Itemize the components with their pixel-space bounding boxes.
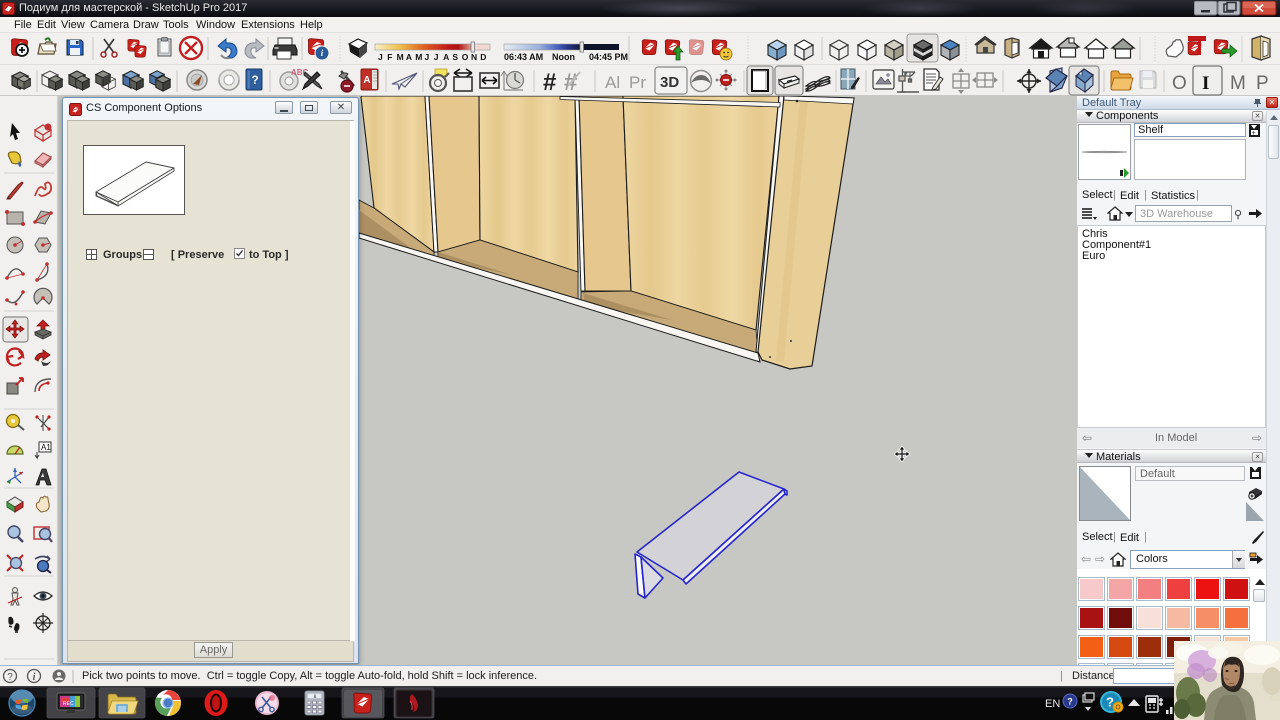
- svg-text:D: D: [480, 52, 486, 62]
- svg-text:M: M: [1230, 73, 1246, 94]
- svg-text:3D: 3D: [660, 74, 679, 91]
- svg-text:REC: REC: [63, 701, 74, 707]
- svg-text:M: M: [397, 52, 404, 62]
- svg-text:Al: Al: [605, 73, 620, 92]
- svg-text:8: 8: [313, 694, 316, 700]
- svg-text:?: ?: [7, 672, 13, 683]
- svg-text:J: J: [378, 52, 383, 62]
- svg-text:EN: EN: [1045, 698, 1060, 710]
- svg-text:J: J: [425, 52, 430, 62]
- svg-text:A: A: [363, 75, 370, 86]
- svg-text:I: I: [1202, 73, 1209, 94]
- svg-text:Pr: Pr: [629, 73, 646, 92]
- svg-text:N: N: [471, 52, 477, 62]
- svg-text:A1: A1: [41, 443, 51, 452]
- svg-text:S: S: [452, 52, 458, 62]
- svg-text:M: M: [415, 52, 422, 62]
- svg-text:F: F: [387, 52, 392, 62]
- svg-text:A: A: [406, 52, 412, 62]
- svg-text:06:43 AM: 06:43 AM: [504, 52, 543, 62]
- svg-text:O: O: [1172, 73, 1187, 94]
- svg-text:O: O: [462, 52, 469, 62]
- svg-text:?: ?: [1067, 697, 1073, 707]
- svg-text:?: ?: [251, 73, 258, 87]
- svg-text:i: i: [33, 672, 36, 683]
- svg-text:O: O: [1115, 705, 1121, 712]
- svg-text:Noon: Noon: [552, 52, 575, 62]
- svg-text:P: P: [1256, 73, 1269, 94]
- svg-text:#: #: [543, 69, 556, 96]
- svg-text:04:45 PM: 04:45 PM: [589, 52, 628, 62]
- svg-text:J: J: [434, 52, 439, 62]
- svg-text:A: A: [443, 52, 449, 62]
